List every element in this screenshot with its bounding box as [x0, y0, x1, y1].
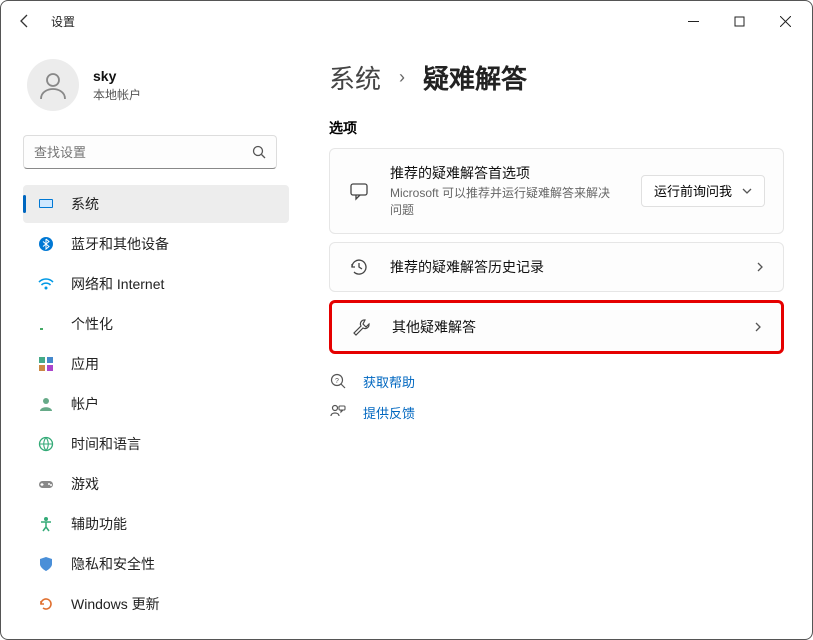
- page-title: 疑难解答: [423, 59, 527, 96]
- chevron-right-icon: ›: [399, 67, 405, 88]
- shield-icon: [37, 555, 55, 573]
- avatar: [27, 59, 79, 111]
- sidebar-item-brush[interactable]: 个性化: [23, 305, 289, 343]
- breadcrumb: 系统 › 疑难解答: [329, 59, 784, 96]
- apps-icon: [37, 355, 55, 373]
- chat-icon: [348, 181, 370, 201]
- history-icon: [348, 257, 370, 277]
- sidebar-item-label: Windows 更新: [71, 594, 160, 614]
- sidebar-item-label: 网络和 Internet: [71, 274, 164, 294]
- chevron-down-icon: [742, 186, 752, 196]
- card-title: 推荐的疑难解答历史记录: [390, 257, 755, 277]
- sidebar-item-label: 游戏: [71, 474, 99, 494]
- wrench-icon: [350, 317, 372, 337]
- sidebar-item-label: 时间和语言: [71, 434, 141, 454]
- help-link-label: 获取帮助: [363, 372, 415, 391]
- chevron-right-icon: [755, 262, 765, 272]
- minimize-button[interactable]: [670, 5, 716, 37]
- sidebar-item-update[interactable]: Windows 更新: [23, 585, 289, 623]
- brush-icon: [37, 315, 55, 333]
- sidebar-item-label: 隐私和安全性: [71, 554, 155, 574]
- back-button[interactable]: [5, 1, 45, 41]
- username: sky: [93, 68, 141, 84]
- window-title: 设置: [51, 13, 75, 30]
- help-icon: ?: [329, 372, 347, 390]
- get-help-link[interactable]: ? 获取帮助: [329, 372, 784, 391]
- card-subtitle: Microsoft 可以推荐并运行疑难解答来解决问题: [390, 185, 620, 219]
- help-link-label: 提供反馈: [363, 403, 415, 422]
- sidebar-item-bluetooth[interactable]: 蓝牙和其他设备: [23, 225, 289, 263]
- search-box[interactable]: [23, 135, 277, 169]
- section-title-options: 选项: [329, 118, 784, 138]
- sidebar-item-shield[interactable]: 隐私和安全性: [23, 545, 289, 583]
- feedback-link[interactable]: 提供反馈: [329, 403, 784, 422]
- svg-text:?: ?: [335, 378, 339, 385]
- close-button[interactable]: [762, 5, 808, 37]
- chevron-right-icon: [753, 322, 763, 332]
- feedback-icon: [329, 403, 347, 421]
- sidebar-item-monitor[interactable]: 系统: [23, 185, 289, 223]
- monitor-icon: [37, 195, 55, 213]
- bluetooth-icon: [37, 235, 55, 253]
- card-title: 其他疑难解答: [392, 317, 753, 337]
- globe-icon: [37, 435, 55, 453]
- sidebar-item-wifi[interactable]: 网络和 Internet: [23, 265, 289, 303]
- sidebar-item-label: 系统: [71, 194, 99, 214]
- sidebar-item-gamepad[interactable]: 游戏: [23, 465, 289, 503]
- sidebar-item-globe[interactable]: 时间和语言: [23, 425, 289, 463]
- preferences-dropdown[interactable]: 运行前询问我: [641, 175, 765, 207]
- search-icon: [252, 145, 266, 159]
- card-recommended-preferences[interactable]: 推荐的疑难解答首选项 Microsoft 可以推荐并运行疑难解答来解决问题 运行…: [329, 148, 784, 234]
- card-other-troubleshooters[interactable]: 其他疑难解答: [329, 300, 784, 354]
- sidebar-item-label: 蓝牙和其他设备: [71, 234, 169, 254]
- accessibility-icon: [37, 515, 55, 533]
- sidebar-item-person[interactable]: 帐户: [23, 385, 289, 423]
- breadcrumb-parent[interactable]: 系统: [329, 59, 381, 96]
- sidebar-item-accessibility[interactable]: 辅助功能: [23, 505, 289, 543]
- sidebar-item-label: 应用: [71, 354, 99, 374]
- gamepad-icon: [37, 475, 55, 493]
- sidebar-item-label: 辅助功能: [71, 514, 127, 534]
- dropdown-value: 运行前询问我: [654, 181, 732, 200]
- sidebar-item-label: 个性化: [71, 314, 113, 334]
- search-input[interactable]: [34, 145, 252, 160]
- sidebar-item-apps[interactable]: 应用: [23, 345, 289, 383]
- account-type: 本地帐户: [93, 86, 141, 103]
- user-block[interactable]: sky 本地帐户: [27, 59, 289, 111]
- sidebar-item-label: 帐户: [71, 394, 99, 414]
- card-title: 推荐的疑难解答首选项: [390, 163, 641, 183]
- update-icon: [37, 595, 55, 613]
- card-history[interactable]: 推荐的疑难解答历史记录: [329, 242, 784, 292]
- maximize-button[interactable]: [716, 5, 762, 37]
- person-icon: [37, 395, 55, 413]
- wifi-icon: [37, 275, 55, 293]
